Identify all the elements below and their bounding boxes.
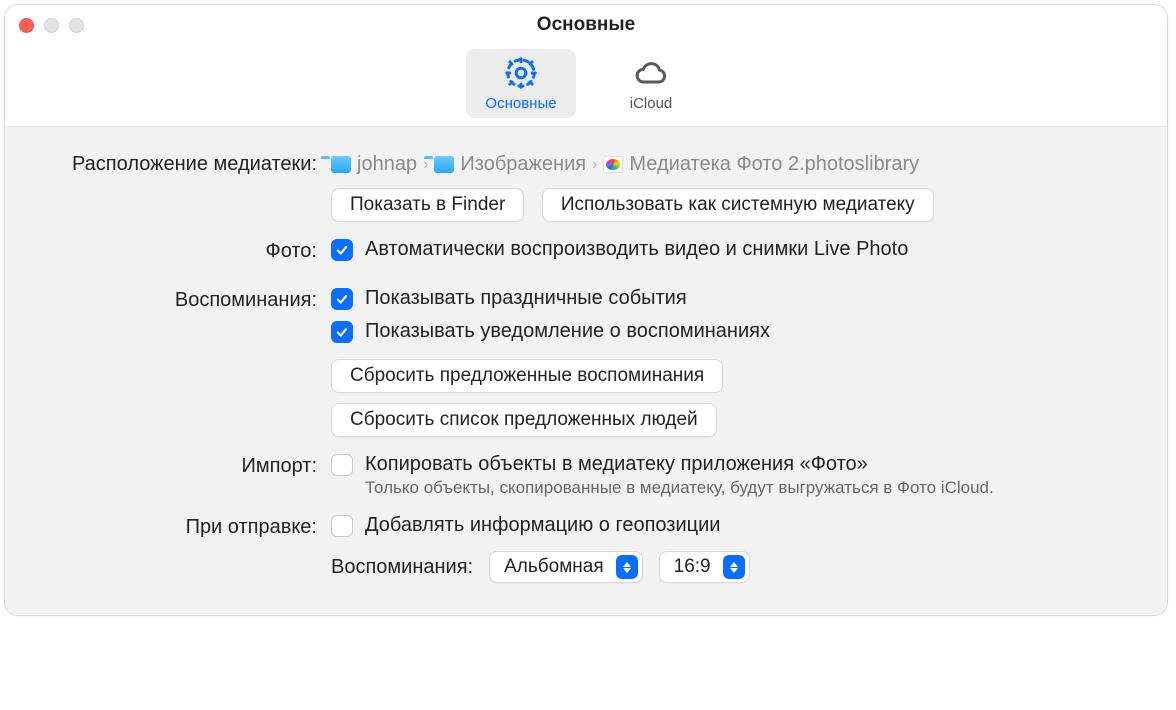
row-photo: Фото: Автоматически воспроизводить видео… bbox=[31, 238, 1141, 271]
reset-suggested-people-button[interactable]: Сбросить список предложенных людей bbox=[331, 403, 717, 437]
row-sharing: При отправке: Добавлять информацию о гео… bbox=[31, 514, 1141, 583]
window-controls bbox=[19, 18, 84, 33]
use-as-system-library-button[interactable]: Использовать как системную медиатеку bbox=[542, 188, 934, 222]
checkbox-copy-items[interactable] bbox=[331, 454, 353, 476]
folder-icon bbox=[331, 156, 351, 173]
breadcrumb: johnap › Изображения › Медиатека Фото 2.… bbox=[331, 151, 1141, 176]
toolbar: Основные iCloud bbox=[5, 45, 1167, 127]
checkbox-show-holidays-label: Показывать праздничные события bbox=[365, 287, 687, 310]
reset-suggested-memories-button[interactable]: Сбросить предложенные воспоминания bbox=[331, 359, 723, 393]
label-import: Импорт: bbox=[31, 453, 331, 478]
breadcrumb-seg-2: Изображения bbox=[460, 153, 586, 176]
close-window-button[interactable] bbox=[19, 18, 34, 33]
row-import: Импорт: Копировать объекты в медиатеку п… bbox=[31, 453, 1141, 498]
select-aspect-ratio-value: 16:9 bbox=[674, 556, 711, 578]
breadcrumb-seg-3: Медиатека Фото 2.photoslibrary bbox=[629, 153, 919, 176]
checkbox-autoplay-label: Автоматически воспроизводить видео и сни… bbox=[365, 238, 908, 261]
preferences-window: Основные Основные iCloud Расп bbox=[4, 4, 1168, 616]
chevron-right-icon: › bbox=[592, 156, 597, 174]
folder-icon bbox=[434, 156, 454, 173]
copy-items-note: Только объекты, скопированные в медиатек… bbox=[365, 478, 1141, 498]
gear-icon bbox=[503, 55, 539, 91]
label-library-location: Расположение медиатеки: bbox=[31, 151, 331, 176]
select-orientation[interactable]: Альбомная bbox=[489, 551, 643, 583]
tab-icloud[interactable]: iCloud bbox=[596, 49, 706, 118]
photos-library-icon bbox=[603, 156, 623, 173]
window-title: Основные bbox=[5, 14, 1167, 36]
tab-general-label: Основные bbox=[485, 95, 556, 112]
chevron-up-down-icon bbox=[616, 555, 638, 579]
checkbox-memory-notifications-label: Показывать уведомление о воспоминаниях bbox=[365, 320, 770, 343]
minimize-window-button[interactable] bbox=[44, 18, 59, 33]
breadcrumb-seg-1: johnap bbox=[357, 153, 417, 176]
label-memories: Воспоминания: bbox=[31, 287, 331, 312]
select-orientation-value: Альбомная bbox=[504, 556, 604, 578]
checkbox-autoplay[interactable] bbox=[331, 239, 353, 261]
checkbox-include-location-label: Добавлять информацию о геопозиции bbox=[365, 514, 720, 537]
cloud-icon bbox=[633, 55, 669, 91]
checkbox-show-holidays[interactable] bbox=[331, 288, 353, 310]
content-area: Расположение медиатеки: johnap › Изображ… bbox=[5, 127, 1167, 615]
checkbox-memory-notifications[interactable] bbox=[331, 321, 353, 343]
checkbox-copy-items-label: Копировать объекты в медиатеку приложени… bbox=[365, 453, 868, 476]
titlebar: Основные bbox=[5, 5, 1167, 45]
tab-general[interactable]: Основные bbox=[466, 49, 576, 118]
row-memories: Воспоминания: Показывать праздничные соб… bbox=[31, 287, 1141, 437]
select-aspect-ratio[interactable]: 16:9 bbox=[659, 551, 750, 583]
checkbox-include-location[interactable] bbox=[331, 515, 353, 537]
label-sharing: При отправке: bbox=[31, 514, 331, 539]
chevron-up-down-icon bbox=[723, 555, 745, 579]
zoom-window-button[interactable] bbox=[69, 18, 84, 33]
tab-icloud-label: iCloud bbox=[630, 95, 673, 112]
show-in-finder-button[interactable]: Показать в Finder bbox=[331, 188, 524, 222]
label-memories-orientation: Воспоминания: bbox=[331, 556, 473, 579]
label-photo: Фото: bbox=[31, 238, 331, 263]
row-library-location: Расположение медиатеки: johnap › Изображ… bbox=[31, 151, 1141, 222]
